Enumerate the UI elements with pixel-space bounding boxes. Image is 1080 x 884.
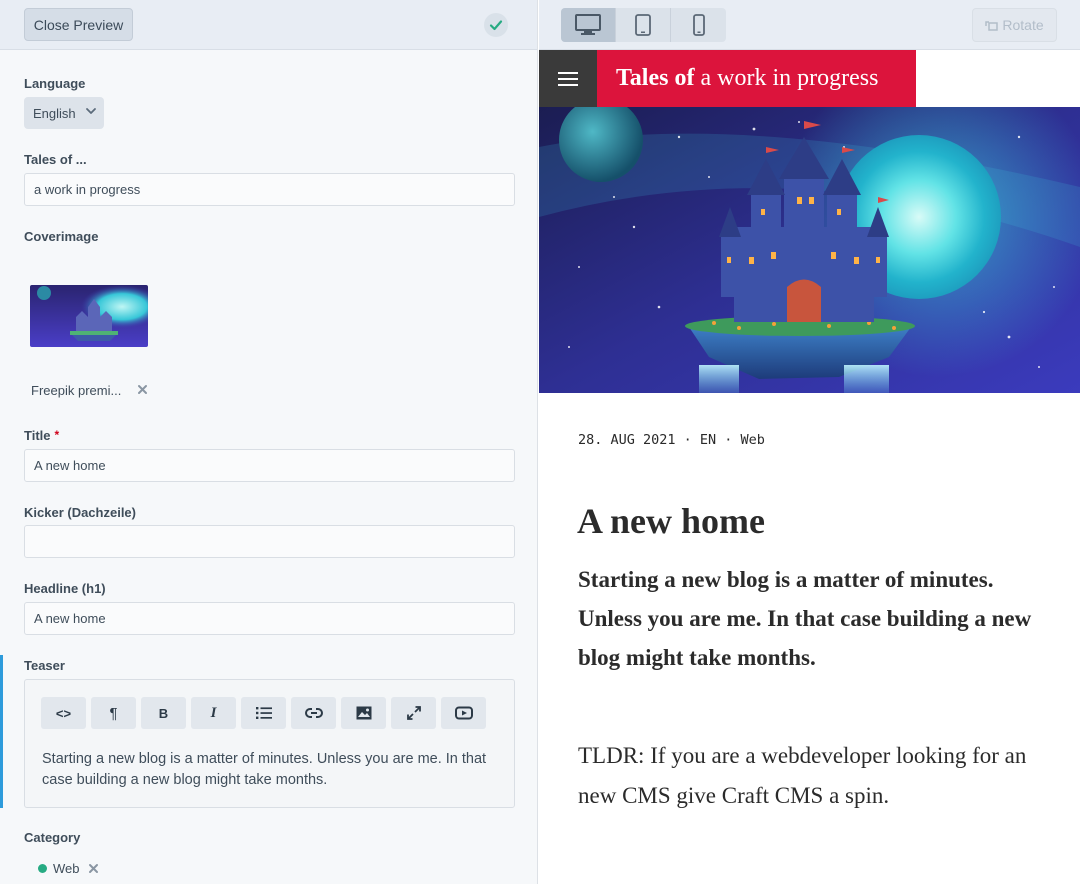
kicker-input[interactable] — [24, 525, 515, 558]
paragraph-icon: ¶ — [109, 704, 118, 722]
link-icon — [304, 708, 323, 718]
fullscreen-button[interactable] — [391, 697, 436, 729]
x-icon[interactable] — [137, 384, 148, 395]
bold-button[interactable]: B — [141, 697, 186, 729]
tablet-view-button[interactable] — [616, 8, 671, 42]
fullscreen-icon — [406, 706, 421, 720]
post-body: TLDR: If you are a webdeveloper looking … — [578, 743, 1027, 808]
rotate-button[interactable]: Rotate — [972, 8, 1057, 42]
preview-toolbar: Rotate — [539, 0, 1080, 50]
headline-input[interactable]: A new home — [24, 602, 515, 635]
code-button[interactable]: <> — [41, 697, 86, 729]
rotate-label: Rotate — [1002, 17, 1044, 33]
live-preview-pane: Rotate Tales of a work in progress 28. A… — [539, 0, 1080, 884]
category-tag[interactable]: Web — [53, 861, 80, 876]
code-icon: <> — [55, 705, 72, 721]
coverimage-thumbnail[interactable] — [30, 285, 148, 347]
site-title-rest: a work in progress — [700, 65, 879, 91]
rotate-icon — [985, 20, 999, 31]
post-title: A new home — [577, 501, 765, 541]
image-icon — [356, 706, 371, 720]
italic-icon: I — [210, 704, 217, 721]
list-button[interactable] — [241, 697, 286, 729]
device-switcher — [561, 8, 726, 42]
post-meta: 28. AUG 2021 · EN · Web — [578, 432, 765, 448]
site-title[interactable]: Tales of a work in progress — [597, 50, 916, 107]
list-icon — [255, 707, 272, 719]
phone-icon — [692, 14, 705, 36]
teaser-text[interactable]: Starting a new blog is a matter of minut… — [42, 749, 502, 791]
check-icon — [484, 13, 508, 37]
language-select-value: English — [33, 105, 76, 121]
editor-toolbar: Close Preview — [0, 0, 537, 50]
category-label: Category — [24, 830, 81, 845]
x-icon[interactable] — [88, 863, 99, 874]
teaser-rich-text-editor[interactable]: <> ¶ B I Starting a new blog is a matter… — [24, 679, 515, 808]
active-field-marker — [0, 655, 3, 808]
video-button[interactable] — [441, 697, 486, 729]
language-label: Language — [24, 76, 86, 91]
tales-of-input[interactable]: a work in progress — [24, 173, 515, 206]
post-teaser: Starting a new blog is a matter of minut… — [578, 567, 1032, 670]
desktop-icon — [575, 14, 601, 35]
close-preview-button[interactable]: Close Preview — [24, 8, 133, 41]
kicker-label: Kicker (Dachzeile) — [24, 505, 136, 520]
bold-icon: B — [158, 705, 169, 721]
italic-button[interactable]: I — [191, 697, 236, 729]
phone-view-button[interactable] — [671, 8, 726, 42]
coverimage-label: Coverimage — [24, 229, 99, 244]
chevron-down-icon — [86, 108, 96, 114]
title-label-text: Title — [24, 428, 51, 443]
image-button[interactable] — [341, 697, 386, 729]
link-button[interactable] — [291, 697, 336, 729]
site-title-bold: Tales of — [616, 65, 695, 91]
hamburger-menu-button[interactable] — [539, 50, 597, 107]
tales-of-label: Tales of ... — [24, 152, 87, 167]
teaser-label: Teaser — [24, 658, 65, 673]
coverimage-asset-name: Freepik premi... — [31, 383, 122, 398]
hero-cover-image — [539, 107, 1080, 393]
headline-label: Headline (h1) — [24, 581, 106, 596]
hamburger-icon — [558, 71, 578, 86]
tablet-icon — [635, 14, 651, 36]
category-status-dot — [38, 864, 47, 873]
entry-editor-pane: Close Preview Language English Tales of … — [0, 0, 538, 884]
desktop-view-button[interactable] — [561, 8, 616, 42]
title-label: Title * — [24, 428, 59, 443]
paragraph-button[interactable]: ¶ — [91, 697, 136, 729]
required-marker: * — [54, 428, 60, 442]
title-input[interactable]: A new home — [24, 449, 515, 482]
video-icon — [454, 706, 473, 720]
